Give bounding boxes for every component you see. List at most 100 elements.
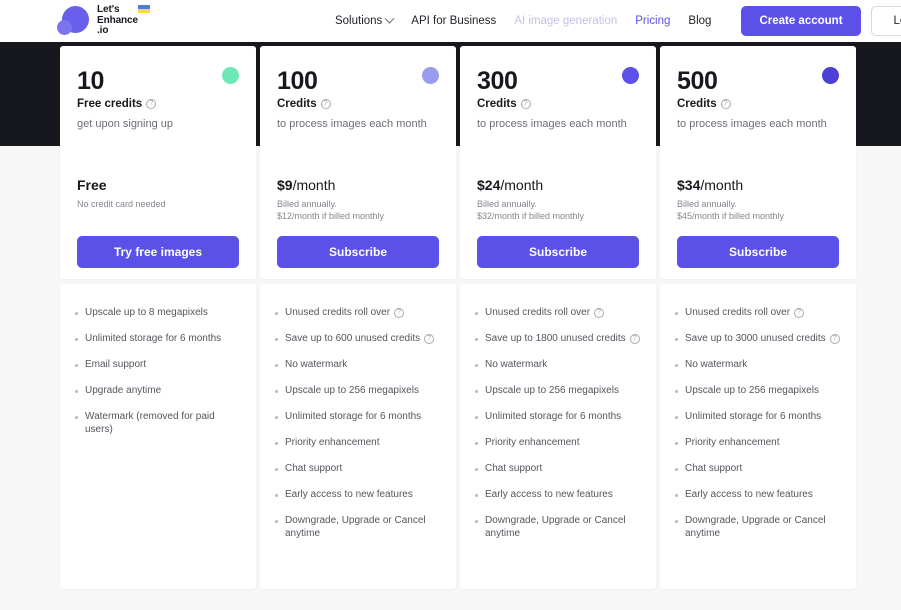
feature-text: Downgrade, Upgrade or Cancel anytime [685, 515, 826, 539]
create-account-button[interactable]: Create account [741, 6, 861, 36]
plan-price-amount: $34 [677, 177, 701, 193]
nav-label: Pricing [635, 15, 671, 27]
info-icon[interactable] [424, 334, 435, 344]
bullet-icon [475, 389, 478, 393]
bullet-icon [75, 415, 78, 419]
info-icon[interactable] [794, 308, 805, 318]
plan-credits-label-text: Free credits [77, 98, 143, 110]
feature-text: Chat support [685, 463, 743, 474]
nav-label: Solutions [334, 15, 383, 27]
feature-item: Early access to new features [275, 488, 441, 501]
plan-credits-number: 100 [277, 67, 318, 95]
plan-credits-number: 10 [77, 67, 105, 95]
plan-price: $34/month [677, 177, 839, 193]
feature-item: No watermark [475, 358, 641, 371]
plan-features-card: Upscale up to 8 megapixels Unlimited sto… [60, 284, 256, 589]
bullet-icon [475, 311, 478, 315]
bullet-icon [275, 519, 278, 523]
main-nav: Solutions API for Business AI image gene… [334, 13, 711, 27]
feature-text: Save up to 600 unused credits [285, 332, 435, 345]
bullet-icon [475, 441, 478, 445]
header-actions: Create account Login [741, 6, 901, 36]
bullet-icon [275, 493, 278, 497]
info-icon[interactable] [394, 308, 405, 318]
bullet-icon [275, 415, 278, 419]
nav-item-api-for-business[interactable]: API for Business [411, 15, 496, 27]
plan-card-header: 100 Credits to process images each month… [260, 46, 456, 279]
plan-price-block: Free No credit card needed [77, 177, 239, 211]
plan-price-note: Billed annually. $32/month if billed mon… [477, 199, 639, 222]
login-button[interactable]: Login [870, 6, 901, 36]
feature-item: Unlimited storage for 6 months [475, 410, 641, 423]
plan-price: $24/month [477, 177, 639, 193]
bullet-icon [275, 363, 278, 367]
feature-item: Downgrade, Upgrade or Cancel anytime [475, 514, 641, 540]
bullet-icon [275, 311, 278, 315]
feature-item: Unlimited storage for 6 months [275, 410, 441, 423]
feature-text: Unlimited storage for 6 months [685, 411, 822, 422]
feature-item: Chat support [675, 462, 841, 475]
feature-text: Unlimited storage for 6 months [485, 411, 622, 422]
nav-item-solutions[interactable]: Solutions [334, 13, 395, 27]
feature-item: Save up to 600 unused credits [275, 332, 441, 345]
plan-price-note-line1: Billed annually. [677, 199, 737, 209]
info-icon[interactable] [829, 334, 840, 344]
plan-price-note-line2: $32/month if billed monthly [477, 210, 585, 221]
feature-item: Unlimited storage for 6 months [675, 410, 841, 423]
feature-text: Upscale up to 256 megapixels [485, 385, 619, 396]
feature-text: Upscale up to 256 megapixels [685, 385, 819, 396]
feature-text: Unused credits roll over [485, 306, 605, 319]
bullet-icon [675, 493, 678, 497]
plan-price-block: $24/month Billed annually. $32/month if … [477, 177, 639, 222]
plan-cta-button[interactable]: Subscribe [477, 236, 639, 268]
nav-item-blog[interactable]: Blog [688, 15, 711, 27]
feature-text: No watermark [685, 359, 748, 370]
bullet-icon [275, 441, 278, 445]
nav-item-pricing[interactable]: Pricing [635, 15, 670, 27]
bullet-icon [75, 363, 78, 367]
bullet-icon [475, 519, 478, 523]
nav-item-ai-image-generation[interactable]: AI image generation [514, 15, 617, 27]
site-header: Let's Enhance .io Solutions API for Busi… [0, 0, 901, 42]
plan-cta-button[interactable]: Subscribe [277, 236, 439, 268]
feature-text: Priority enhancement [685, 437, 780, 448]
feature-text: Priority enhancement [485, 437, 580, 448]
feature-item: Watermark (removed for paid users) [75, 410, 241, 436]
info-icon[interactable] [520, 99, 531, 109]
bullet-icon [275, 389, 278, 393]
feature-item: Upgrade anytime [75, 384, 241, 397]
feature-text: Downgrade, Upgrade or Cancel anytime [285, 515, 426, 539]
plan-badge-300 [622, 67, 639, 84]
feature-item: Unused credits roll over [275, 306, 441, 319]
feature-text: Upscale up to 256 megapixels [285, 385, 419, 396]
feature-item: Downgrade, Upgrade or Cancel anytime [675, 514, 841, 540]
info-icon[interactable] [720, 99, 731, 109]
plan-badge-500 [822, 67, 839, 84]
feature-item: Chat support [275, 462, 441, 475]
info-icon[interactable] [629, 334, 640, 344]
site-logo[interactable]: Let's Enhance .io [57, 4, 150, 38]
plan-price-note-line1: Billed annually. [277, 199, 337, 209]
plan-cta-button[interactable]: Try free images [77, 236, 239, 268]
feature-item: Upscale up to 8 megapixels [75, 306, 241, 319]
plan-cta-button[interactable]: Subscribe [677, 236, 839, 268]
feature-text: Email support [85, 359, 147, 370]
bullet-icon [475, 415, 478, 419]
plan-price-note: Billed annually. $12/month if billed mon… [277, 199, 439, 222]
feature-text: Unlimited storage for 6 months [285, 411, 422, 422]
pricing-column: 500 Credits to process images each month… [660, 46, 856, 589]
plan-price-note-line1: No credit card needed [77, 199, 166, 209]
info-icon[interactable] [594, 308, 605, 318]
bullet-icon [675, 363, 678, 367]
plan-price-period: /month [500, 177, 544, 193]
plan-card-header: 500 Credits to process images each month… [660, 46, 856, 279]
feature-item: Early access to new features [475, 488, 641, 501]
plan-credits-number: 500 [677, 67, 718, 95]
feature-item: Unlimited storage for 6 months [75, 332, 241, 345]
info-icon[interactable] [320, 99, 331, 109]
plan-price-note-line2: $45/month if billed monthly [677, 210, 785, 221]
info-icon[interactable] [146, 99, 157, 109]
plan-price-amount: $9 [277, 177, 293, 193]
bullet-icon [75, 389, 78, 393]
bullet-icon [275, 337, 278, 341]
